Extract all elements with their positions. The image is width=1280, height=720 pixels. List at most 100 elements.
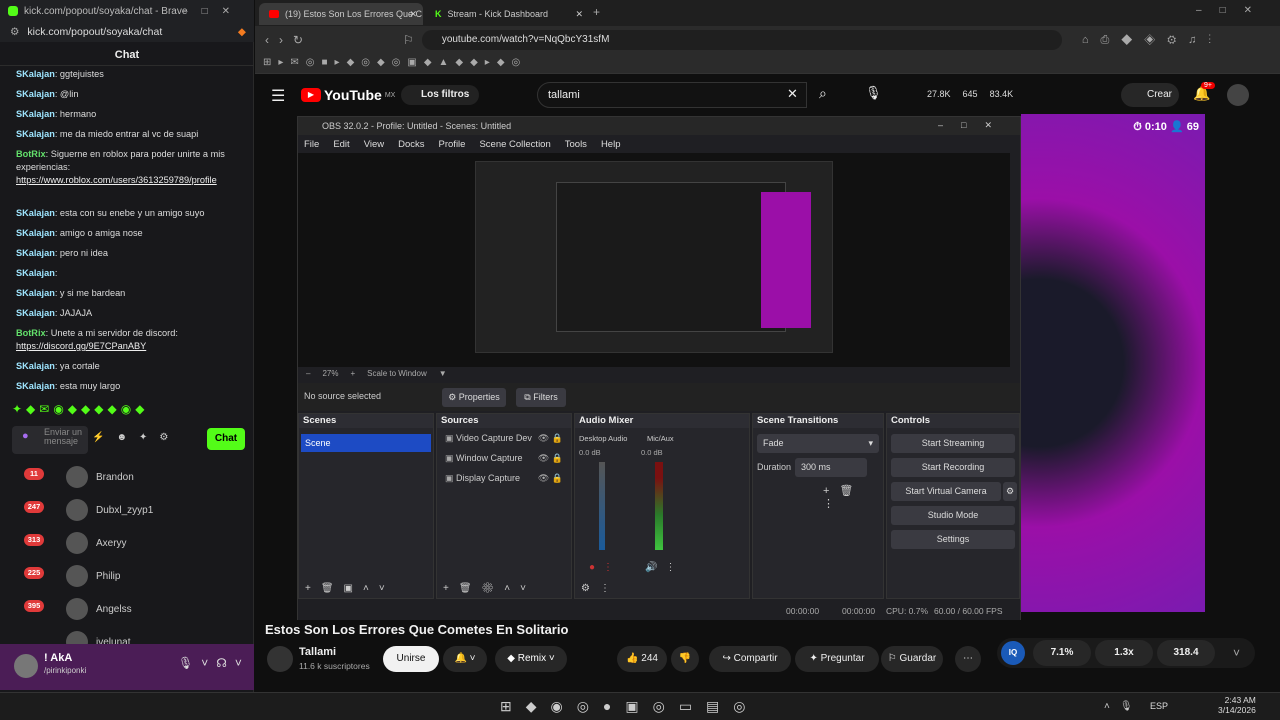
subscriber-count: 11.6 k suscriptores: [299, 661, 370, 671]
menu-item[interactable]: Docks: [398, 139, 424, 150]
address-bar[interactable]: ⚙ kick.com/popout/soyaka/chat ◆: [0, 22, 254, 42]
menu-icon[interactable]: ☰: [271, 86, 285, 106]
tab-youtube[interactable]: (19) Estos Son Los Errores Que C ✕: [259, 3, 423, 25]
control-button[interactable]: Start Streaming: [891, 434, 1015, 453]
desktop-mute-icon[interactable]: ●⋮: [589, 562, 621, 573]
chat-message: SKalajan: me da miedo entrar al vc de su…: [16, 129, 199, 139]
gear-icon[interactable]: ⚙: [1003, 482, 1017, 501]
duration-input[interactable]: 300 ms: [795, 458, 867, 477]
source-item[interactable]: ▣ Window Capture 👁 🔒: [437, 448, 571, 468]
address-text[interactable]: kick.com/popout/soyaka/chat: [27, 26, 162, 38]
menu-item[interactable]: View: [364, 139, 384, 150]
tray-icons[interactable]: ˄🎙: [1104, 701, 1143, 712]
properties-button[interactable]: ⚙ Properties: [442, 388, 506, 407]
more-button[interactable]: ⋯: [955, 646, 981, 672]
avatar[interactable]: [1227, 84, 1249, 106]
transition-select[interactable]: Fade ▾: [757, 434, 879, 453]
mixer-tools[interactable]: ⚙⋮: [581, 583, 620, 594]
source-tools[interactable]: +🗑⚙˄˅: [443, 583, 536, 594]
tab-kick[interactable]: K Stream - Kick Dashboard ✕: [425, 3, 589, 25]
chat-tools[interactable]: ⚡☻✦⚙: [92, 432, 180, 443]
video-player[interactable]: ⏱ 0:10 👤 69: [1021, 114, 1205, 612]
voice-username: ! AkA: [44, 652, 73, 664]
mic-icon[interactable]: ●: [22, 431, 29, 442]
preview-zoom-bar[interactable]: –27% + Scale to Window ▼: [306, 369, 447, 378]
control-button[interactable]: Start Virtual Camera: [891, 482, 1001, 501]
menu-item[interactable]: Edit: [333, 139, 349, 150]
new-tab-button[interactable]: +: [593, 5, 600, 19]
site-info-icon[interactable]: ⚙: [10, 26, 19, 38]
taskbar-apps[interactable]: ⊞◆◉◎●▣◎▭▤◎: [500, 698, 760, 715]
filters-button[interactable]: ⧉ Filters: [516, 388, 566, 407]
join-button[interactable]: Unirse: [383, 646, 439, 672]
remix-button[interactable]: ◆ Remix ˅: [495, 646, 567, 672]
like-button[interactable]: 👍 244: [617, 646, 667, 672]
youtube-logo[interactable]: ▶ YouTube MX: [301, 87, 395, 103]
scene-item[interactable]: Scene: [301, 434, 431, 452]
voice-user[interactable]: Angelss: [66, 598, 132, 620]
channel-avatar[interactable]: [267, 646, 293, 672]
menu-item[interactable]: Tools: [565, 139, 587, 150]
source-item[interactable]: ▣ Display Capture 👁 🔒: [437, 468, 571, 488]
chat-input[interactable]: ● Enviar un mensaje: [12, 426, 88, 454]
control-button[interactable]: Settings: [891, 530, 1015, 549]
clock[interactable]: 2:43 AM 3/14/2026: [1218, 695, 1256, 715]
transition-tools[interactable]: +🗑⋮: [823, 484, 883, 510]
mic-volume-icon[interactable]: 🔊⋮: [645, 562, 683, 573]
create-button[interactable]: Crear: [1121, 83, 1179, 107]
voice-user[interactable]: Dubxl_zyyp1: [66, 499, 153, 521]
desktop-meter: [599, 462, 605, 550]
scene-tools[interactable]: +🗑▣˄˅: [305, 583, 395, 594]
chat-link[interactable]: https://www.roblox.com/users/3613259789/…: [16, 175, 217, 185]
menu-item[interactable]: Scene Collection: [479, 139, 550, 150]
voice-user[interactable]: Philip: [66, 565, 120, 587]
duration-label: Duration: [757, 462, 792, 472]
language[interactable]: ESP: [1150, 701, 1168, 711]
window-controls[interactable]: –□✕: [1196, 5, 1270, 16]
channel-name[interactable]: Tallami: [299, 646, 336, 658]
viewer-count-badge: 313: [24, 534, 44, 546]
share-button[interactable]: ↪ Compartir: [709, 646, 791, 672]
control-button[interactable]: Studio Mode: [891, 506, 1015, 525]
mixer-header: Audio Mixer: [575, 414, 749, 428]
bookmark-icons[interactable]: ⊞▸✉◎■▸◆◎◆◎▣◆▲◆◆▸◆◎: [263, 57, 527, 68]
chat-message: SKalajan: y si me bardean: [16, 288, 126, 298]
voice-user[interactable]: Axeryy: [66, 532, 127, 554]
save-button[interactable]: ⚐ Guardar: [881, 646, 943, 672]
search-icon[interactable]: ⌕: [819, 85, 827, 102]
voice-user[interactable]: Brandon: [66, 466, 134, 488]
nav-buttons[interactable]: ‹›↻: [265, 33, 313, 47]
search-input[interactable]: tallami: [537, 82, 807, 108]
close-icon[interactable]: ✕: [575, 9, 583, 20]
voice-search-icon[interactable]: 🎙: [865, 85, 882, 101]
extension-icons[interactable]: ⌂⎙◆◈⚙♫⋮: [1082, 34, 1223, 47]
brave-shield-icon[interactable]: ◆: [238, 26, 246, 38]
control-button[interactable]: Start Recording: [891, 458, 1015, 477]
avatar: [66, 466, 88, 488]
menu-item[interactable]: Profile: [439, 139, 466, 150]
voice-controls[interactable]: 🎙˅☊˅: [178, 656, 250, 670]
clear-icon[interactable]: ✕: [787, 86, 798, 102]
obs-preview[interactable]: [298, 153, 1010, 367]
ext-stat: 318.4: [1157, 640, 1215, 666]
chevron-down-icon[interactable]: ˅: [1233, 646, 1240, 660]
emote-bar[interactable]: ✦◆✉◉◆◆◆◆◉◆: [12, 402, 148, 416]
subscribe-bell[interactable]: 🔔 ˅: [443, 646, 487, 672]
dislike-button[interactable]: 👎: [671, 646, 699, 672]
menu-item[interactable]: File: [304, 139, 319, 150]
chat-send-button[interactable]: Chat: [207, 428, 245, 450]
bookmark-icon[interactable]: ⚐: [403, 33, 414, 47]
iq-icon[interactable]: IQ: [1001, 641, 1025, 665]
stats-bar: 27.8K 645 83.4K: [927, 89, 1014, 99]
close-icon[interactable]: ✕: [409, 9, 417, 20]
address-bar[interactable]: youtube.com/watch?v=NqQbcY31sfM: [421, 30, 1062, 50]
window-controls[interactable]: –□✕: [182, 6, 244, 17]
obs-window-controls[interactable]: –□✕: [938, 120, 1010, 131]
avatar: [66, 532, 88, 554]
source-item[interactable]: ▣ Video Capture Dev 👁 🔒: [437, 428, 571, 448]
menu-item[interactable]: Help: [601, 139, 621, 150]
filters-button[interactable]: Los filtros: [401, 85, 479, 105]
ask-button[interactable]: ✦ Preguntar: [795, 646, 879, 672]
chat-link[interactable]: https://discord.gg/9E7CPanABY: [16, 341, 146, 351]
video-info: Estos Son Los Errores Que Cometes En Sol…: [255, 620, 1280, 692]
